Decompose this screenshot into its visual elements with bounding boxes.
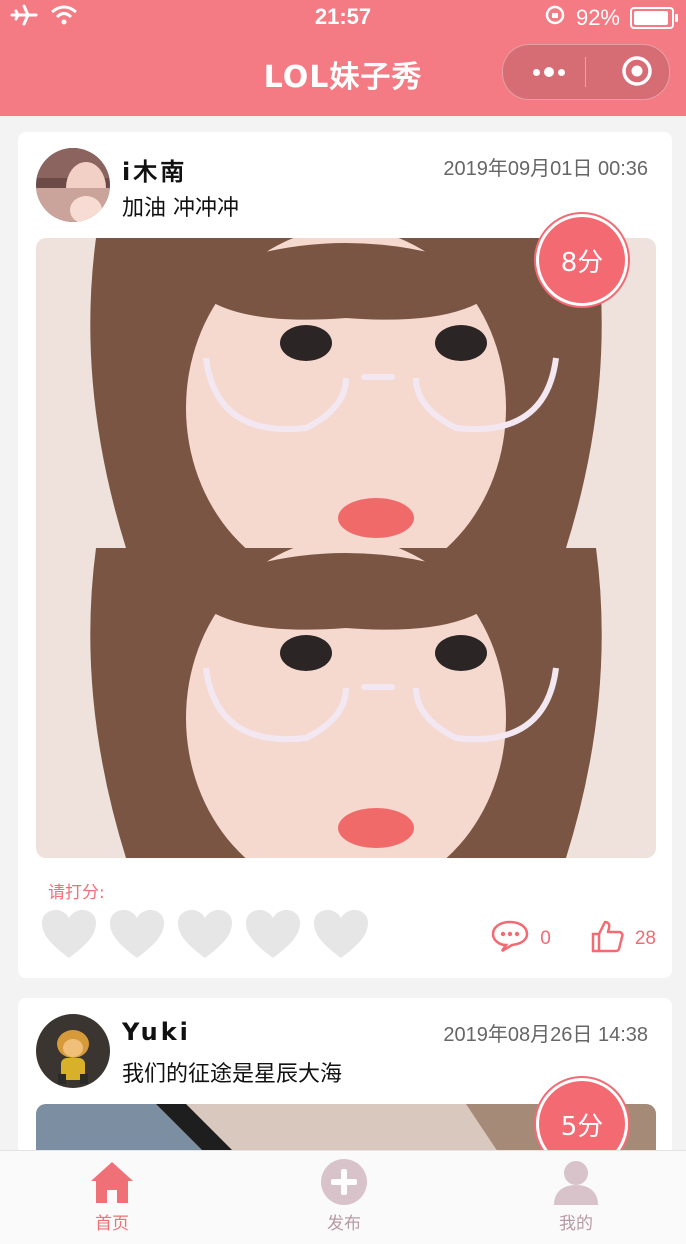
- score-badge: 8分: [536, 214, 628, 306]
- battery-icon: [630, 7, 678, 29]
- rate-label: 请打分:: [48, 883, 105, 903]
- status-bar: 21:57 92%: [0, 0, 686, 34]
- post-timestamp: 2019年09月01日 00:36: [443, 158, 648, 180]
- post-username[interactable]: i木南: [122, 152, 187, 187]
- heart-icon[interactable]: [40, 908, 98, 960]
- home-icon: [87, 1157, 137, 1207]
- heart-icon[interactable]: [176, 908, 234, 960]
- score-badge: 5分: [536, 1078, 628, 1158]
- post-username[interactable]: Yuki: [122, 1018, 191, 1046]
- avatar[interactable]: [36, 1014, 110, 1088]
- comment-icon[interactable]: [490, 919, 530, 959]
- tab-publish[interactable]: 发布: [284, 1157, 404, 1234]
- capsule-divider: [585, 57, 586, 87]
- post-caption: 加油 冲冲冲: [122, 196, 239, 221]
- post-card: Yuki 2019年08月26日 14:38 我们的征途是星辰大海 5分: [18, 998, 672, 1158]
- tab-mine[interactable]: 我的: [516, 1157, 636, 1234]
- battery-percent: 92%: [575, 5, 620, 30]
- tab-home[interactable]: 首页: [52, 1157, 172, 1234]
- tab-bar: 首页 发布 我的: [0, 1150, 686, 1244]
- plus-circle-icon: [319, 1157, 369, 1207]
- comment-count: 0: [540, 928, 551, 949]
- heart-icon[interactable]: [312, 908, 370, 960]
- more-button[interactable]: [525, 59, 573, 85]
- heart-icon[interactable]: [244, 908, 302, 960]
- rotation-lock-icon: [544, 4, 566, 32]
- heart-icon[interactable]: [108, 908, 166, 960]
- tab-publish-label: 发布: [327, 1214, 361, 1234]
- close-mini-program-button[interactable]: [621, 55, 653, 87]
- tab-home-label: 首页: [95, 1214, 129, 1234]
- thumbs-up-icon[interactable]: [589, 918, 625, 960]
- top-bar: 21:57 92% LOL妹子秀: [0, 0, 686, 116]
- rating-hearts: [40, 908, 370, 960]
- like-count: 28: [634, 928, 656, 949]
- post-card: i木南 2019年09月01日 00:36 加油 冲冲冲 8分 请打分: 0 2…: [18, 132, 672, 978]
- user-icon: [551, 1157, 601, 1207]
- mini-program-capsule: [502, 44, 670, 100]
- avatar[interactable]: [36, 148, 110, 222]
- target-icon: [622, 56, 652, 86]
- post-photo[interactable]: [36, 238, 656, 858]
- post-caption: 我们的征途是星辰大海: [122, 1062, 343, 1087]
- post-timestamp: 2019年08月26日 14:38: [443, 1024, 648, 1046]
- post-meta: 0 28: [490, 918, 656, 960]
- tab-mine-label: 我的: [559, 1214, 593, 1234]
